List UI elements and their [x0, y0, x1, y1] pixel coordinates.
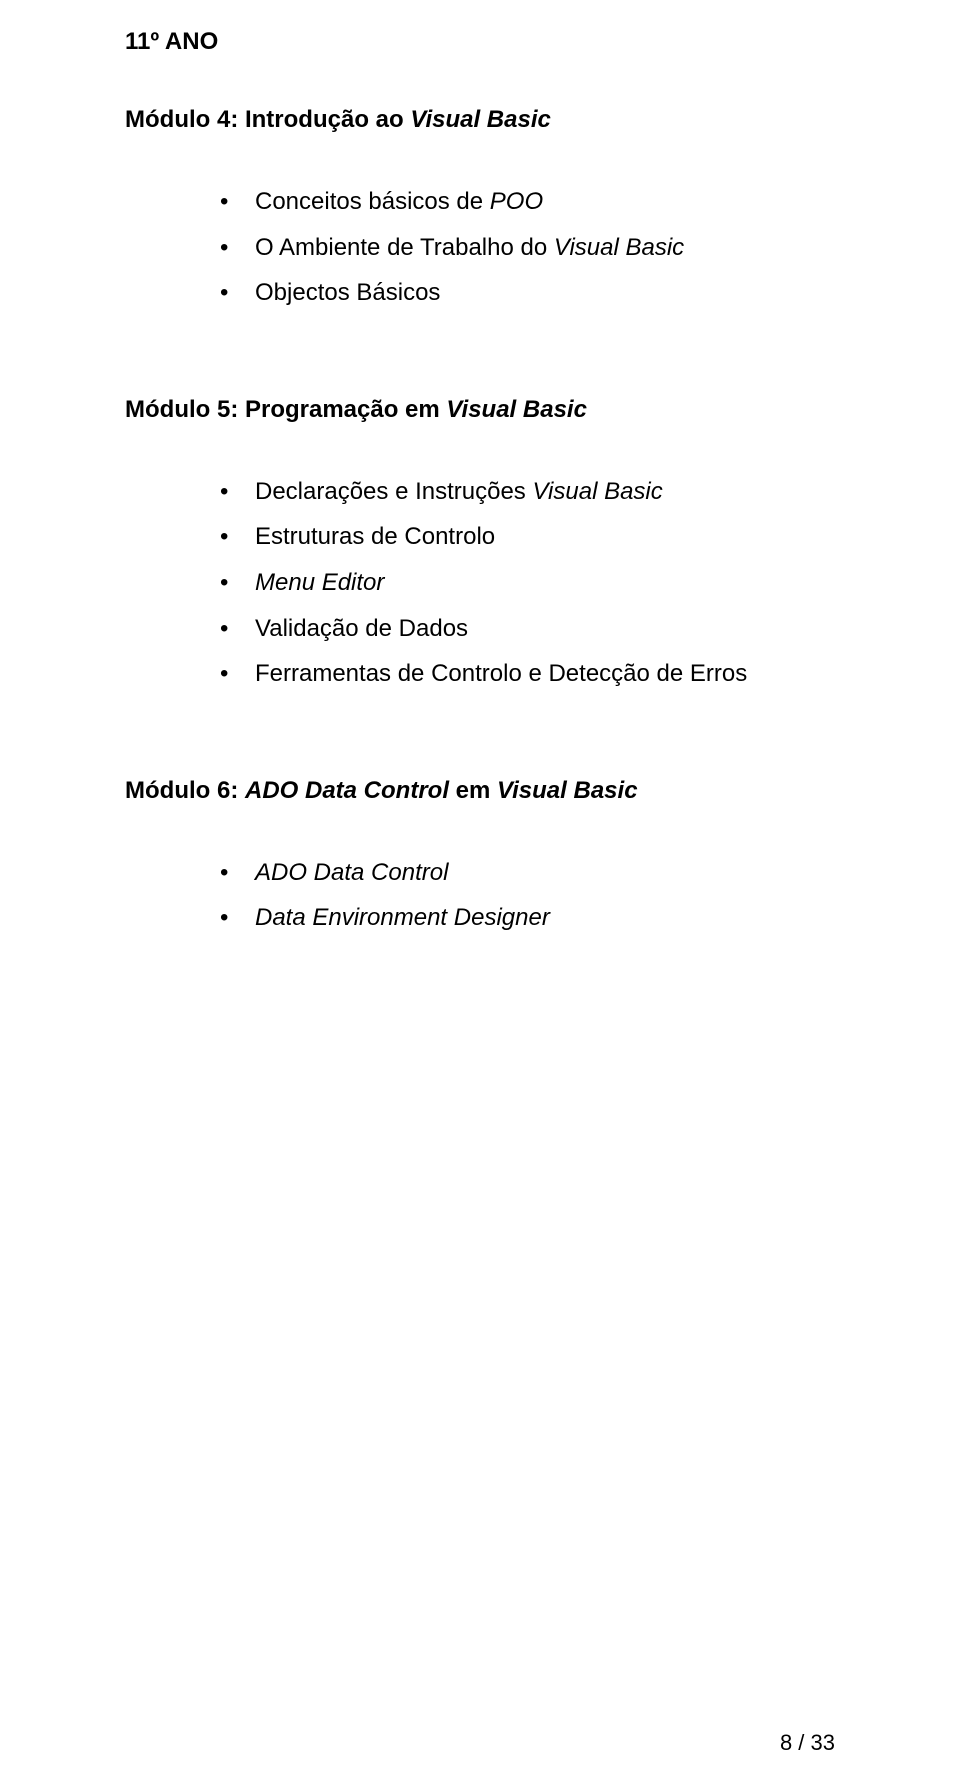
list-item: Objectos Básicos	[220, 270, 835, 316]
list-item-text: Declarações e Instruções	[255, 478, 532, 505]
module-5-block: Módulo 5: Programação em Visual Basic De…	[125, 396, 835, 697]
module-5-title-italic: Visual Basic	[446, 396, 587, 423]
list-item: Data Environment Designer	[220, 895, 835, 941]
module-5-list: Declarações e Instruções Visual Basic Es…	[220, 469, 835, 697]
module-6-block: Módulo 6: ADO Data Control em Visual Bas…	[125, 777, 835, 941]
list-item: Conceitos básicos de POO	[220, 179, 835, 225]
document-page: 11º ANO Módulo 4: Introdução ao Visual B…	[0, 0, 960, 1791]
list-item: ADO Data Control	[220, 850, 835, 896]
list-item: Menu Editor	[220, 560, 835, 606]
list-item-italic: POO	[490, 188, 543, 215]
module-6-title-italic: ADO Data Control	[245, 777, 449, 804]
list-item-italic: Menu Editor	[255, 569, 384, 596]
list-item: O Ambiente de Trabalho do Visual Basic	[220, 225, 835, 271]
list-item: Ferramentas de Controlo e Detecção de Er…	[220, 651, 835, 697]
module-5-title-prefix: Módulo 5: Programação em	[125, 396, 446, 423]
module-5-title: Módulo 5: Programação em Visual Basic	[125, 396, 835, 424]
module-6-title-prefix: Módulo 6:	[125, 777, 245, 804]
module-4-title-italic: Visual Basic	[410, 106, 551, 133]
list-item: Declarações e Instruções Visual Basic	[220, 469, 835, 515]
module-6-title: Módulo 6: ADO Data Control em Visual Bas…	[125, 777, 835, 805]
list-item: Validação de Dados	[220, 606, 835, 652]
list-item: Estruturas de Controlo	[220, 514, 835, 560]
page-number-text: 8 / 33	[780, 1730, 835, 1755]
year-heading-text: 11º ANO	[125, 28, 218, 55]
list-item-text: Estruturas de Controlo	[255, 523, 495, 550]
page-number: 8 / 33	[780, 1730, 835, 1756]
list-item-text: Validação de Dados	[255, 615, 468, 642]
list-item-text: Conceitos básicos de	[255, 188, 490, 215]
list-item-italic: ADO Data Control	[255, 859, 448, 886]
year-heading: 11º ANO	[125, 28, 835, 56]
list-item-italic: Visual Basic	[532, 478, 662, 505]
module-4-block: Módulo 4: Introdução ao Visual Basic Con…	[125, 106, 835, 316]
list-item-italic: Visual Basic	[554, 234, 684, 261]
module-4-title-prefix: Módulo 4: Introdução ao	[125, 106, 410, 133]
list-item-text: Ferramentas de Controlo e Detecção de Er…	[255, 660, 747, 687]
list-item-text: Objectos Básicos	[255, 279, 440, 306]
module-6-title-italic2: Visual Basic	[497, 777, 638, 804]
module-6-title-suffix: em	[449, 777, 497, 804]
module-4-title: Módulo 4: Introdução ao Visual Basic	[125, 106, 835, 134]
list-item-text: O Ambiente de Trabalho do	[255, 234, 554, 261]
module-4-list: Conceitos básicos de POO O Ambiente de T…	[220, 179, 835, 316]
list-item-italic: Data Environment Designer	[255, 904, 550, 931]
module-6-list: ADO Data Control Data Environment Design…	[220, 850, 835, 941]
